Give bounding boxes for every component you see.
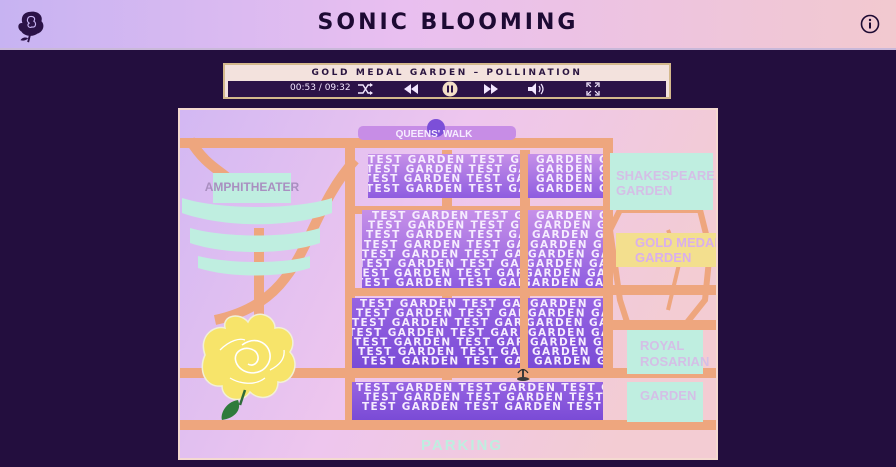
app-header: SONIC BLOOMING (0, 0, 896, 50)
royal-rosarian-label-line1: ROYAL (640, 338, 684, 353)
shakespearean-label-line2: GARDEN (616, 183, 672, 198)
fast-forward-icon[interactable] (479, 81, 503, 97)
garden-label: GARDEN (640, 388, 696, 403)
gold-medal-label-line1: GOLD MEDAL (635, 235, 718, 250)
queens-walk-label: QUEENS' WALK (396, 129, 474, 140)
gold-medal-label-line2: GARDEN (635, 250, 691, 265)
info-icon[interactable] (859, 13, 881, 35)
fullscreen-icon[interactable] (581, 81, 605, 97)
volume-icon[interactable] (524, 81, 548, 97)
player-controls-bar: 00:53 / 09:32 (228, 81, 666, 97)
app-title: SONIC BLOOMING (317, 10, 579, 35)
parking-label: PARKING (421, 437, 503, 454)
track-title: GOLD MEDAL GARDEN – POLLINATION (311, 68, 583, 78)
garden-map[interactable]: QUEENS' WALK AMPHITHEATER TEST GARDEN TE… (178, 108, 718, 460)
audio-player: GOLD MEDAL GARDEN – POLLINATION 00:53 / … (223, 63, 671, 99)
amphitheater-seating (182, 198, 332, 276)
amphitheater-label: AMPHITHEATER (205, 180, 300, 194)
pause-icon[interactable] (438, 81, 462, 97)
shakespearean-label-line1: SHAKESPEAREAN (616, 168, 718, 183)
royal-rosarian-label-line2: ROSARIAN (640, 354, 709, 369)
playback-time: 00:53 / 09:32 (290, 83, 351, 93)
rewind-icon[interactable] (399, 81, 423, 97)
shuffle-icon[interactable] (353, 81, 377, 97)
map-canvas: QUEENS' WALK AMPHITHEATER TEST GARDEN TE… (180, 110, 718, 458)
